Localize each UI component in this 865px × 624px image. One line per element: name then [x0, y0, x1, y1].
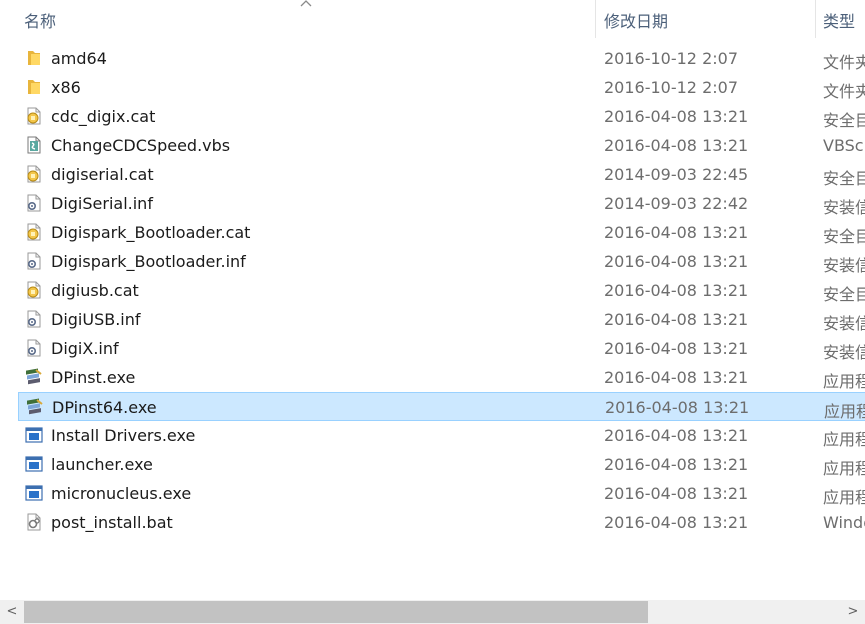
file-row[interactable]: amd64 2016-10-12 2:07 文件夹 [18, 44, 865, 73]
file-modified-date: 2016-10-12 2:07 [604, 49, 738, 68]
file-type: 安全目录 [823, 169, 865, 188]
file-name[interactable]: Install Drivers.exe [51, 426, 195, 445]
file-name[interactable]: DigiX.inf [51, 339, 119, 358]
setup-info-icon [24, 193, 44, 213]
file-modified-date: 2014-09-03 22:45 [604, 165, 749, 184]
file-type: VBScript [823, 136, 865, 155]
file-type: 文件夹 [823, 82, 865, 101]
column-header-type[interactable]: 类型 [823, 8, 855, 32]
file-modified-date: 2016-10-12 2:07 [604, 78, 738, 97]
file-modified-date: 2016-04-08 13:21 [604, 281, 749, 300]
file-row[interactable]: DPinst64.exe 2016-04-08 13:21 应用程序 [18, 392, 865, 421]
column-divider[interactable] [595, 0, 596, 38]
batch-file-icon [24, 512, 44, 532]
security-catalog-icon [24, 106, 44, 126]
file-type: 应用程序 [823, 372, 865, 391]
file-name[interactable]: launcher.exe [51, 455, 153, 474]
file-name[interactable]: post_install.bat [51, 513, 173, 532]
application-exe-icon [24, 454, 44, 474]
file-name[interactable]: digiserial.cat [51, 165, 154, 184]
file-row[interactable]: launcher.exe 2016-04-08 13:21 应用程序 [18, 450, 865, 479]
file-name[interactable]: micronucleus.exe [51, 484, 191, 503]
file-name[interactable]: cdc_digix.cat [51, 107, 155, 126]
file-type: 应用程序 [824, 402, 865, 421]
installer-exe-icon [25, 397, 45, 417]
file-name[interactable]: ChangeCDCSpeed.vbs [51, 136, 230, 155]
file-row[interactable]: x86 2016-10-12 2:07 文件夹 [18, 73, 865, 102]
setup-info-icon [24, 251, 44, 271]
file-row[interactable]: DPinst.exe 2016-04-08 13:21 应用程序 [18, 363, 865, 392]
file-modified-date: 2016-04-08 13:21 [604, 136, 749, 155]
file-type: Windows [823, 513, 865, 532]
security-catalog-icon [24, 164, 44, 184]
file-modified-date: 2016-04-08 13:21 [604, 455, 749, 474]
file-name[interactable]: DPinst64.exe [52, 398, 157, 417]
file-modified-date: 2014-09-03 22:42 [604, 194, 749, 213]
file-name[interactable]: Digispark_Bootloader.cat [51, 223, 250, 242]
file-type: 应用程序 [823, 459, 865, 478]
file-type: 文件夹 [823, 53, 865, 72]
file-modified-date: 2016-04-08 13:21 [604, 426, 749, 445]
file-row[interactable]: Digispark_Bootloader.cat 2016-04-08 13:21… [18, 218, 865, 247]
sort-ascending-icon [300, 0, 312, 7]
scrollbar-thumb[interactable] [24, 601, 648, 623]
file-modified-date: 2016-04-08 13:21 [604, 484, 749, 503]
file-type: 安装信息 [823, 314, 865, 333]
file-type: 安全目录 [823, 227, 865, 246]
horizontal-scrollbar[interactable]: < > [0, 600, 865, 624]
file-type: 应用程序 [823, 430, 865, 449]
file-row[interactable]: digiusb.cat 2016-04-08 13:21 安全目录 [18, 276, 865, 305]
file-row[interactable]: ChangeCDCSpeed.vbs 2016-04-08 13:21 VBScri… [18, 131, 865, 160]
file-modified-date: 2016-04-08 13:21 [605, 398, 750, 417]
file-name[interactable]: amd64 [51, 49, 107, 68]
file-row[interactable]: Digispark_Bootloader.inf 2016-04-08 13:21… [18, 247, 865, 276]
setup-info-icon [24, 309, 44, 329]
file-row[interactable]: cdc_digix.cat 2016-04-08 13:21 安全目录 [18, 102, 865, 131]
application-exe-icon [24, 425, 44, 445]
column-header-name[interactable]: 名称 [24, 8, 56, 32]
file-name[interactable]: DPinst.exe [51, 368, 135, 387]
file-type: 安全目录 [823, 285, 865, 304]
file-name[interactable]: DigiUSB.inf [51, 310, 141, 329]
application-exe-icon [24, 483, 44, 503]
installer-exe-icon [24, 367, 44, 387]
file-row[interactable]: DigiUSB.inf 2016-04-08 13:21 安装信息 [18, 305, 865, 334]
file-type: 安全目录 [823, 111, 865, 130]
column-header-date[interactable]: 修改日期 [604, 8, 668, 32]
column-header: 名称 修改日期 类型 [0, 0, 865, 40]
file-modified-date: 2016-04-08 13:21 [604, 513, 749, 532]
file-row[interactable]: post_install.bat 2016-04-08 13:21 Windows [18, 508, 865, 537]
vbscript-icon [24, 135, 44, 155]
file-row[interactable]: Install Drivers.exe 2016-04-08 13:21 应用程序 [18, 421, 865, 450]
setup-info-icon [24, 338, 44, 358]
file-name[interactable]: Digispark_Bootloader.inf [51, 252, 246, 271]
file-modified-date: 2016-04-08 13:21 [604, 107, 749, 126]
file-name[interactable]: x86 [51, 78, 81, 97]
file-name[interactable]: digiusb.cat [51, 281, 139, 300]
file-modified-date: 2016-04-08 13:21 [604, 252, 749, 271]
security-catalog-icon [24, 222, 44, 242]
folder-icon [24, 48, 44, 68]
folder-icon [24, 77, 44, 97]
file-row[interactable]: DigiX.inf 2016-04-08 13:21 安装信息 [18, 334, 865, 363]
file-row[interactable]: digiserial.cat 2014-09-03 22:45 安全目录 [18, 160, 865, 189]
file-row[interactable]: micronucleus.exe 2016-04-08 13:21 应用程序 [18, 479, 865, 508]
file-type: 安装信息 [823, 198, 865, 217]
file-modified-date: 2016-04-08 13:21 [604, 339, 749, 358]
scroll-left-button[interactable]: < [4, 604, 20, 620]
scroll-right-button[interactable]: > [845, 604, 861, 620]
file-row[interactable]: DigiSerial.inf 2014-09-03 22:42 安装信息 [18, 189, 865, 218]
file-modified-date: 2016-04-08 13:21 [604, 223, 749, 242]
file-modified-date: 2016-04-08 13:21 [604, 310, 749, 329]
security-catalog-icon [24, 280, 44, 300]
file-type: 应用程序 [823, 488, 865, 507]
file-modified-date: 2016-04-08 13:21 [604, 368, 749, 387]
file-name[interactable]: DigiSerial.inf [51, 194, 153, 213]
column-divider[interactable] [815, 0, 816, 38]
file-type: 安装信息 [823, 256, 865, 275]
file-type: 安装信息 [823, 343, 865, 362]
